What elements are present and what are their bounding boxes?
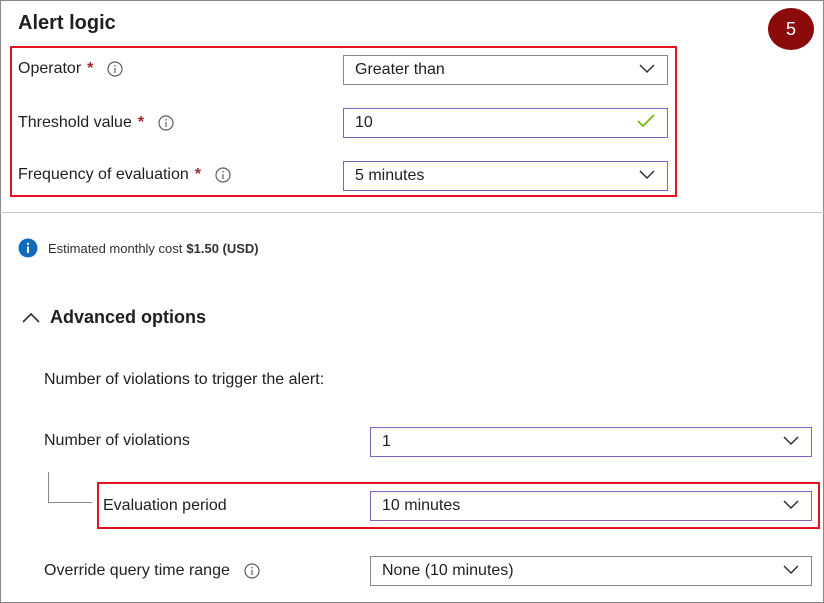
violations-label: Number of violations bbox=[44, 432, 190, 449]
override-value: None (10 minutes) bbox=[382, 562, 514, 579]
info-icon[interactable] bbox=[215, 167, 231, 183]
violations-value: 1 bbox=[382, 433, 391, 450]
frequency-label-row: Frequency of evaluation * bbox=[18, 166, 231, 184]
violations-dropdown[interactable]: 1 bbox=[370, 427, 812, 457]
required-mark: * bbox=[87, 60, 94, 77]
evaluation-period-dropdown[interactable]: 10 minutes bbox=[370, 491, 812, 521]
threshold-value: 10 bbox=[355, 114, 373, 131]
chevron-up-icon bbox=[22, 312, 40, 323]
evaluation-period-label: Evaluation period bbox=[103, 497, 227, 514]
section-divider bbox=[0, 212, 824, 213]
frequency-label: Frequency of evaluation bbox=[18, 166, 189, 183]
threshold-label: Threshold value bbox=[18, 114, 132, 131]
chevron-down-icon bbox=[639, 61, 655, 79]
chevron-down-icon bbox=[783, 433, 799, 451]
advanced-options-title: Advanced options bbox=[50, 307, 207, 327]
operator-label-row: Operator * bbox=[18, 60, 123, 78]
chevron-down-icon bbox=[639, 167, 655, 185]
tree-connector-vertical bbox=[48, 472, 49, 502]
tree-connector-horizontal bbox=[48, 502, 92, 503]
checkmark-icon bbox=[637, 113, 655, 133]
override-label-row: Override query time range bbox=[44, 562, 260, 580]
info-icon[interactable] bbox=[158, 115, 174, 131]
section-title: Alert logic bbox=[18, 12, 116, 34]
operator-label: Operator bbox=[18, 60, 82, 77]
step-badge: 5 bbox=[768, 8, 814, 50]
required-mark: * bbox=[137, 114, 145, 131]
chevron-down-icon bbox=[783, 497, 799, 515]
override-dropdown[interactable]: None (10 minutes) bbox=[370, 556, 812, 586]
frequency-dropdown[interactable]: 5 minutes bbox=[343, 161, 668, 191]
threshold-label-row: Threshold value * bbox=[18, 114, 174, 132]
chevron-down-icon bbox=[783, 562, 799, 580]
estimated-cost-amount: $1.50 (USD) bbox=[186, 240, 259, 256]
info-icon[interactable] bbox=[107, 61, 123, 77]
info-filled-icon bbox=[18, 238, 38, 258]
info-icon[interactable] bbox=[244, 563, 260, 579]
advanced-options-toggle[interactable]: Advanced options bbox=[22, 307, 206, 328]
threshold-input[interactable]: 10 bbox=[343, 108, 668, 138]
required-mark: * bbox=[194, 166, 202, 183]
frequency-value: 5 minutes bbox=[355, 167, 425, 184]
operator-dropdown[interactable]: Greater than bbox=[343, 55, 668, 85]
evaluation-period-value: 10 minutes bbox=[382, 497, 461, 514]
operator-value: Greater than bbox=[355, 61, 445, 78]
estimated-cost: Estimated monthly cost $1.50 (USD) bbox=[18, 238, 259, 258]
violations-intro: Number of violations to trigger the aler… bbox=[44, 371, 325, 388]
override-label: Override query time range bbox=[44, 562, 230, 579]
estimated-cost-text: Estimated monthly cost bbox=[48, 240, 183, 256]
